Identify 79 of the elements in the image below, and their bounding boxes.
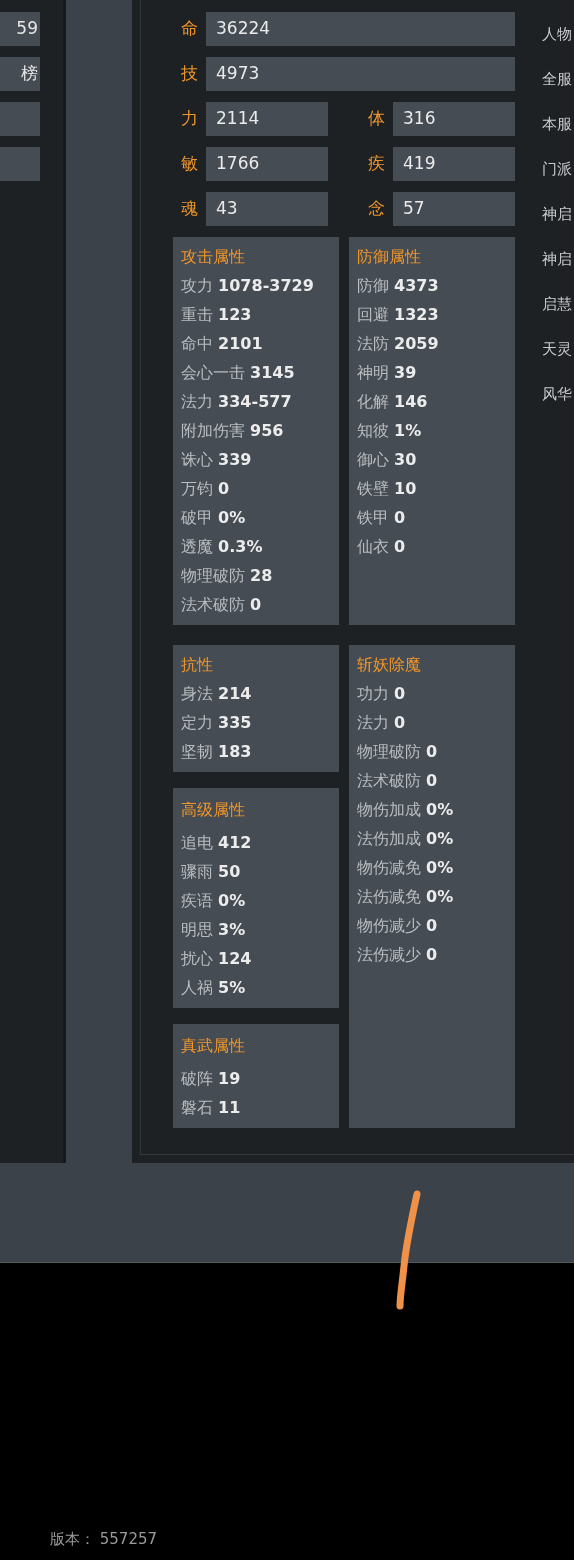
- menu-item[interactable]: 神启: [542, 192, 574, 237]
- stat-line: 物理破防 28: [181, 565, 274, 587]
- stat-line: 法力 0: [357, 712, 407, 734]
- stat-line: 神明 39: [357, 362, 418, 384]
- menu-item[interactable]: 神启: [542, 237, 574, 282]
- stat-line: 万钧 0: [181, 478, 231, 500]
- stat-line: 定力 335: [181, 712, 253, 734]
- stat-line: 破甲 0%: [181, 507, 247, 529]
- menu-item[interactable]: 全服: [542, 57, 574, 102]
- version-label: 版本： 557257: [50, 1529, 158, 1550]
- panel-title: 抗性: [181, 654, 214, 676]
- stat-label: 敏: [180, 152, 199, 176]
- stat-line: 法术破防 0: [357, 770, 439, 792]
- stat-line: 追电 412: [181, 832, 253, 854]
- stat-line: 物理破防 0: [357, 741, 439, 763]
- stat-value-field: 4973: [206, 57, 515, 91]
- menu-item[interactable]: 本服: [542, 102, 574, 147]
- stat-line: 身法 214: [181, 683, 253, 705]
- stat-value-field: 316: [393, 102, 515, 136]
- stat-line: 明思 3%: [181, 919, 247, 941]
- stat-line: 仙衣 0: [357, 536, 407, 558]
- stat-line: 磐石 11: [181, 1097, 242, 1119]
- stat-line: 御心 30: [357, 449, 418, 471]
- menu-item[interactable]: 风华: [542, 372, 574, 417]
- stat-line: 扰心 124: [181, 948, 253, 970]
- menu-item[interactable]: 天灵: [542, 327, 574, 372]
- stat-label: 体: [367, 107, 386, 131]
- stat-line: 破阵 19: [181, 1068, 242, 1090]
- panel-title: 高级属性: [181, 799, 246, 821]
- stat-value-field: 43: [206, 192, 328, 226]
- value-field: [0, 102, 40, 136]
- stat-line: 物伤减少 0: [357, 915, 439, 937]
- stat-line: 命中 2101: [181, 333, 264, 355]
- stat-line: 防御 4373: [357, 275, 440, 297]
- stat-line: 回避 1323: [357, 304, 440, 326]
- stat-line: 铁甲 0: [357, 507, 407, 529]
- stat-line: 知彼 1%: [357, 420, 423, 442]
- stat-line: 附加伤害 956: [181, 420, 285, 442]
- stat-value-field: 1766: [206, 147, 328, 181]
- stat-value-field: 57: [393, 192, 515, 226]
- panel-title: 真武属性: [181, 1035, 246, 1057]
- value-field: 59: [0, 12, 40, 46]
- stat-line: 诛心 339: [181, 449, 253, 471]
- stat-label: 命: [180, 17, 199, 41]
- stat-line: 攻力 1078-3729: [181, 275, 315, 297]
- menu-item[interactable]: 门派: [542, 147, 574, 192]
- stat-line: 法术破防 0: [181, 594, 263, 616]
- stat-line: 法力 334-577: [181, 391, 293, 413]
- stat-value-field: 36224: [206, 12, 515, 46]
- stat-value-field: 2114: [206, 102, 328, 136]
- stat-line: 会心一击 3145: [181, 362, 296, 384]
- stat-line: 法伤减少 0: [357, 944, 439, 966]
- stat-line: 物伤减免 0%: [357, 857, 455, 879]
- stat-value-field: 419: [393, 147, 515, 181]
- stat-line: 人祸 5%: [181, 977, 247, 999]
- stat-line: 功力 0: [357, 683, 407, 705]
- stat-line: 骤雨 50: [181, 861, 242, 883]
- stat-line: 重击 123: [181, 304, 253, 326]
- panel-title: 攻击属性: [181, 246, 246, 268]
- stat-line: 法防 2059: [357, 333, 440, 355]
- menu-item[interactable]: 人物: [542, 12, 574, 57]
- stat-line: 法伤减免 0%: [357, 886, 455, 908]
- stat-line: 疾语 0%: [181, 890, 247, 912]
- stat-line: 法伤加成 0%: [357, 828, 455, 850]
- stat-label: 念: [367, 197, 386, 221]
- menu-item[interactable]: 启慧: [542, 282, 574, 327]
- stat-label: 魂: [180, 197, 199, 221]
- panel-title: 斩妖除魔: [357, 654, 422, 676]
- stat-line: 化解 146: [357, 391, 429, 413]
- stat-line: 坚韧 183: [181, 741, 253, 763]
- stat-label: 技: [180, 62, 199, 86]
- value-field: 榜: [0, 57, 40, 91]
- stat-line: 物伤加成 0%: [357, 799, 455, 821]
- panel-title: 防御属性: [357, 246, 422, 268]
- stat-line: 透魔 0.3%: [181, 536, 264, 558]
- stat-line: 铁壁 10: [357, 478, 418, 500]
- stat-label: 疾: [367, 152, 386, 176]
- stat-label: 力: [180, 107, 199, 131]
- value-field: [0, 147, 40, 181]
